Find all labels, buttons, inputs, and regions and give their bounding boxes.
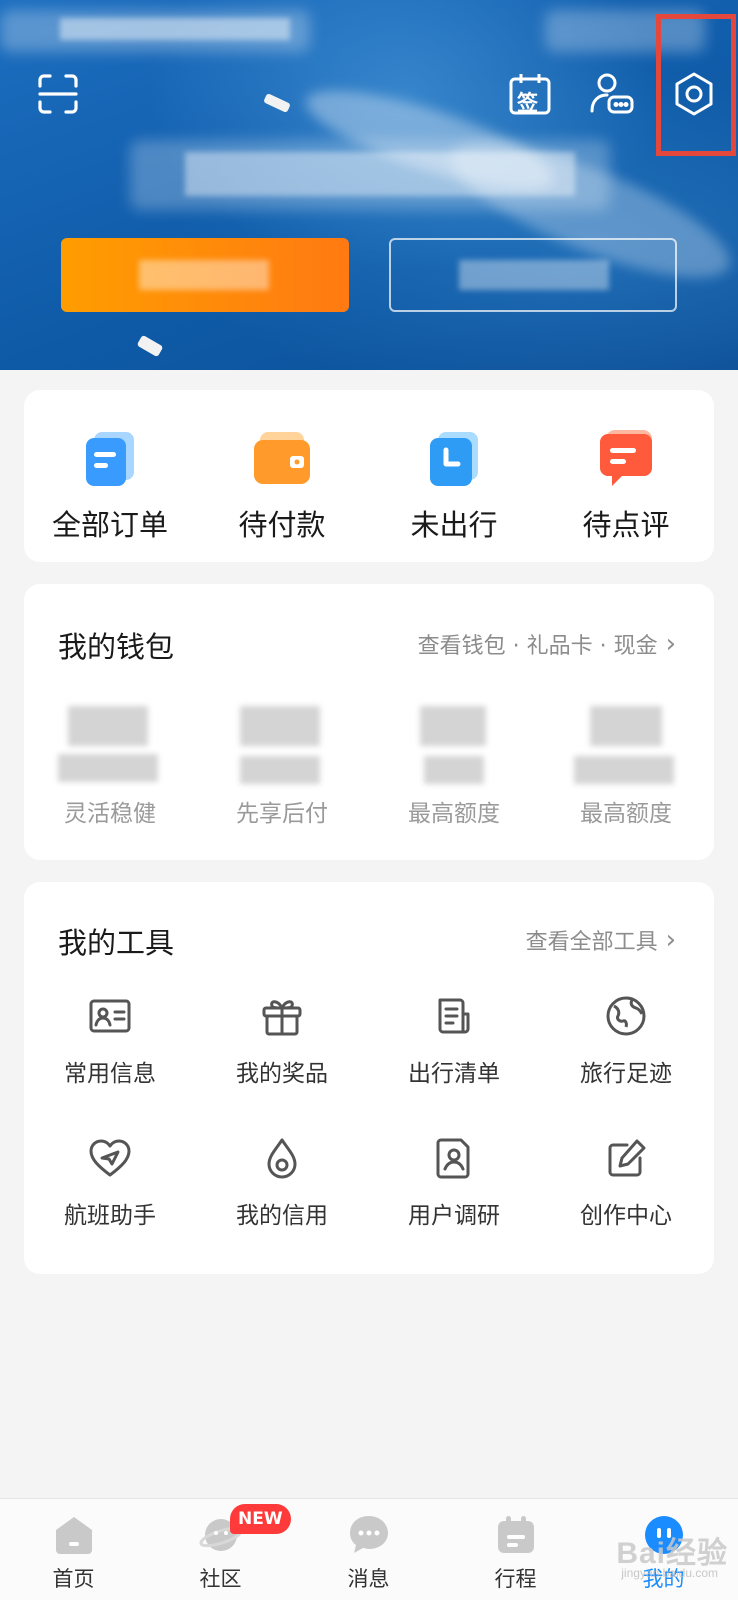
tools-card: 我的工具 查看全部工具 › 常用信息 我的奖品 出行清单 旅行足迹 航班助手 我… [24, 882, 714, 1274]
tool-item-my-credit[interactable]: 我的信用 [196, 1134, 368, 1230]
settings-highlight-box [656, 14, 736, 156]
checklist-icon [430, 992, 478, 1040]
tool-item-travel-footprint[interactable]: 旅行足迹 [540, 992, 712, 1088]
wallet-card: 我的钱包 查看钱包 · 礼品卡 · 现金 › 灵活稳健 先享后付 最高额度 最高… [24, 584, 714, 860]
wallet-item[interactable]: 最高额度 [540, 706, 712, 846]
gift-icon [258, 992, 306, 1040]
username-blurred [185, 152, 575, 196]
wallet-item-label: 灵活稳健 [64, 801, 156, 827]
order-label: 未出行 [410, 508, 498, 542]
flight-heart-icon [86, 1134, 134, 1182]
credit-drop-icon [258, 1134, 306, 1182]
message-icon [347, 1513, 391, 1557]
wallet-subtitle-blurred [240, 756, 320, 784]
wallet-item[interactable]: 灵活稳健 [24, 706, 196, 846]
tool-item-common-info[interactable]: 常用信息 [24, 992, 196, 1088]
tool-item-my-prizes[interactable]: 我的奖品 [196, 992, 368, 1088]
order-item-pending-payment[interactable]: 待付款 [196, 428, 368, 544]
home-icon [52, 1513, 96, 1557]
tools-link-text: 查看全部工具 [525, 930, 658, 955]
watermark-url: jingyan.baidu.com [621, 1566, 718, 1580]
points-text-blurred [459, 260, 609, 290]
sign-in-text: 签 [517, 91, 538, 115]
boat-image [263, 92, 291, 114]
nav-item-home[interactable]: 首页 [0, 1499, 147, 1600]
wallet-value-blurred [590, 706, 662, 746]
boat-image [136, 334, 164, 358]
nav-label: 行程 [494, 1567, 537, 1591]
survey-icon [430, 1134, 478, 1182]
tool-label: 创作中心 [580, 1203, 672, 1229]
customer-service-icon[interactable] [588, 70, 636, 118]
nav-item-messages[interactable]: 消息 [295, 1499, 442, 1600]
tool-label: 旅行足迹 [580, 1061, 672, 1087]
chevron-right-icon: › [665, 629, 676, 659]
tool-label: 常用信息 [64, 1061, 156, 1087]
edit-icon [602, 1134, 650, 1182]
trip-icon [494, 1513, 538, 1557]
tools-title: 我的工具 [58, 926, 175, 960]
nav-label: 首页 [52, 1567, 95, 1591]
profile-header: 签 [0, 0, 738, 370]
order-label: 全部订单 [51, 508, 168, 542]
order-item-to-review[interactable]: 待点评 [540, 428, 712, 544]
wallet-subtitle-blurred [574, 756, 674, 784]
wallet-item-label: 最高额度 [408, 801, 500, 827]
order-item-all[interactable]: 全部订单 [24, 428, 196, 544]
points-button[interactable] [389, 238, 677, 312]
nav-item-trips[interactable]: 行程 [442, 1499, 589, 1600]
wallet-value-blurred [240, 706, 320, 746]
tools-link[interactable]: 查看全部工具 › [526, 924, 676, 956]
order-label: 待付款 [238, 508, 326, 542]
orders-card: 全部订单 待付款 未出行 待点评 [24, 390, 714, 562]
wallet-value-blurred [420, 706, 486, 746]
wallet-icon [252, 428, 312, 488]
id-card-icon [86, 992, 134, 1040]
tool-label: 我的奖品 [236, 1061, 328, 1087]
membership-button[interactable] [61, 238, 349, 312]
tool-item-user-survey[interactable]: 用户调研 [368, 1134, 540, 1230]
wallet-link-text: 查看钱包 · 礼品卡 · 现金 [417, 634, 658, 659]
all-orders-icon [80, 428, 140, 488]
tool-item-flight-assistant[interactable]: 航班助手 [24, 1134, 196, 1230]
tool-label: 我的信用 [236, 1203, 328, 1229]
wallet-subtitle-blurred [58, 754, 158, 782]
tool-label: 出行清单 [408, 1061, 500, 1087]
tool-label: 航班助手 [64, 1203, 156, 1229]
comment-icon [596, 428, 656, 488]
wallet-item-label: 最高额度 [580, 801, 672, 827]
wallet-subtitle-blurred [424, 756, 484, 784]
wallet-value-blurred [68, 706, 148, 746]
nav-label: 社区 [199, 1567, 242, 1591]
globe-icon [602, 992, 650, 1040]
tool-item-travel-checklist[interactable]: 出行清单 [368, 992, 540, 1088]
sign-in-calendar-icon[interactable]: 签 [506, 70, 554, 118]
scan-icon[interactable] [34, 70, 82, 118]
status-bar-blurred [60, 18, 290, 40]
wallet-item[interactable]: 先享后付 [196, 706, 368, 846]
tool-label: 用户调研 [408, 1203, 500, 1229]
clock-icon [424, 428, 484, 488]
nav-label: 消息 [347, 1567, 390, 1591]
chevron-right-icon: › [665, 925, 676, 955]
order-label: 待点评 [582, 508, 670, 542]
wallet-link[interactable]: 查看钱包 · 礼品卡 · 现金 › [418, 628, 676, 660]
tool-item-creation-center[interactable]: 创作中心 [540, 1134, 712, 1230]
wallet-item-label: 先享后付 [236, 801, 328, 827]
order-item-not-traveled[interactable]: 未出行 [368, 428, 540, 544]
wallet-title: 我的钱包 [58, 630, 175, 664]
wallet-item[interactable]: 最高额度 [368, 706, 540, 846]
new-badge: NEW [230, 1504, 291, 1534]
membership-text-blurred [139, 260, 269, 290]
